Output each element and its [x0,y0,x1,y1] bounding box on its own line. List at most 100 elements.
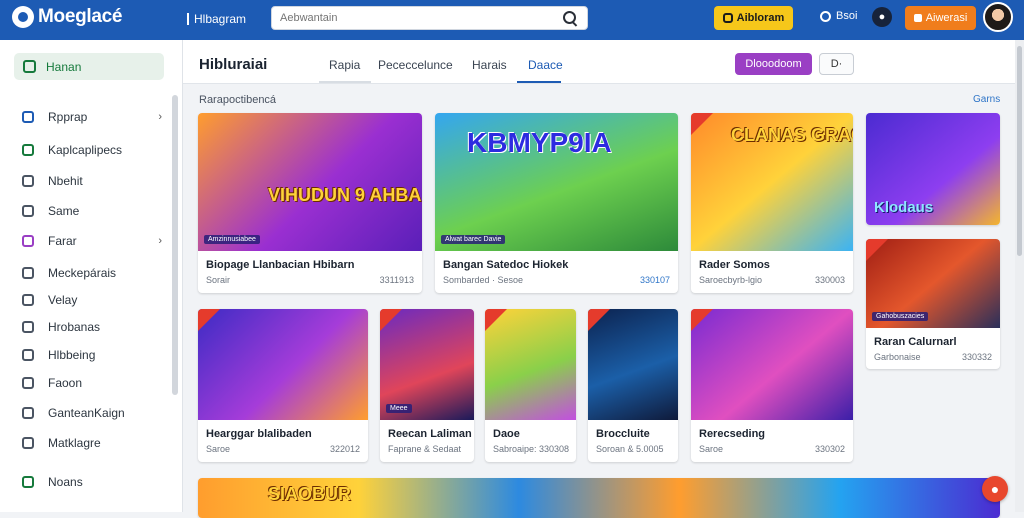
game-card[interactable]: KBMYP9IA Alwat barec Davie Bangan Satedoc … [435,113,678,293]
game-thumbnail[interactable] [198,309,368,420]
sidebar-scrollbar[interactable] [172,95,178,395]
game-title[interactable]: Raran Calurnarl [874,336,957,348]
game-thumbnail[interactable] [691,309,853,420]
sidebar-item[interactable]: Rpprap › [22,110,162,124]
logo-text: Moeglacé [38,6,123,27]
game-meta: 330107 [639,275,670,285]
search-input[interactable] [280,12,561,24]
category-badge: Alwat barec Davie [441,235,506,244]
doc-icon [22,175,34,187]
game-logo-text: SIAOBUR [268,484,352,504]
game-meta: 322012 [329,444,360,454]
sidebar-item[interactable]: Faoon [22,376,162,390]
game-subtitle: Saroe [699,444,724,454]
user-icon [22,407,34,419]
game-card[interactable]: Gahobuszacies Raran Calurnarl Garbonaise 33… [866,239,1000,369]
sidebar-item-label: Rpprap [48,110,88,124]
game-title[interactable]: Rerecseding [699,428,765,440]
list-icon [22,267,34,279]
user-link[interactable]: Bsoi [820,10,857,22]
search-bar[interactable] [271,6,588,30]
search-icon[interactable] [561,9,579,27]
game-subtitle: Garbonaise [874,352,921,362]
user-link-label: Bsoi [836,10,858,22]
game-logo-text: KBMYP9IA [467,127,612,158]
notification-icon[interactable]: ● [872,7,892,27]
grid-icon [22,144,34,156]
logo[interactable]: Moeglacé [12,6,122,28]
purple-button[interactable]: Dlooodoom [735,53,812,75]
sidebar-item[interactable]: Matklagre [22,436,162,450]
game-title[interactable]: Biopage Llanbacian Hbibarn [206,259,355,271]
sidebar-item[interactable]: Hlbbeing [22,348,162,362]
game-card[interactable]: Rerecseding Saroe 330302 [691,309,853,462]
avatar[interactable] [983,2,1013,32]
gamepad-icon [22,205,34,217]
tab-2[interactable]: Pececcelunce [378,58,453,72]
orange-action-button[interactable]: Aiwerasi [905,6,976,30]
game-thumbnail[interactable] [198,113,422,251]
sidebar-item[interactable]: Velay [22,293,162,307]
sidebar-item[interactable]: Kaplcaplipecs [22,143,162,157]
home-icon [23,60,36,73]
sidebar-item[interactable]: Hrobanas [22,320,162,334]
bell-icon [22,476,34,488]
sidebar-item-label: Kaplcaplipecs [48,143,123,157]
sidebar-item-label: Same [48,204,80,218]
game-subtitle: Sabroaipe: 330308 [493,444,570,454]
game-title[interactable]: Hearggar blalibaden [206,428,312,440]
top-nav-link[interactable]: Hlbagram [187,12,246,26]
content-header: Hibluraiai Rapia Pececcelunce Harais Daa… [183,40,1015,84]
game-logo-text: Klodaus [874,199,934,216]
game-thumbnail[interactable] [588,309,678,420]
sidebar-item-label: Meckepárais [48,266,117,280]
folder-icon [22,321,34,333]
game-title[interactable]: Daoe [493,428,520,440]
sidebar-item-label: Hanan [46,59,82,74]
game-title[interactable]: Bangan Satedoc Hiokek [443,259,568,271]
tab-4[interactable]: Daace [528,58,563,72]
user-icon [820,10,831,22]
see-all-link[interactable]: Garns [973,94,1000,105]
shield-icon [22,111,34,123]
dropdown-button[interactable]: D· [819,53,854,75]
star-icon [22,235,34,247]
game-thumbnail[interactable] [485,309,576,420]
sidebar-item[interactable]: Nbehit [22,174,162,188]
game-card[interactable]: CLANAS GRAGS Rader Somos Saroecbyrb-lgio 33… [691,113,853,293]
tab-3[interactable]: Harais [472,58,507,72]
tab-1[interactable]: Rapia [329,58,360,72]
game-title[interactable]: Broccluite [596,428,650,440]
sidebar-item[interactable]: GanteanKaign [22,406,162,420]
sidebar-item-home[interactable]: Hanan [14,53,164,80]
game-card[interactable]: Broccluite Soroan & 5.0005 [588,309,678,462]
game-card[interactable]: Klodaus [866,113,1000,225]
game-card[interactable]: Hearggar blalibaden Saroe 322012 [198,309,368,462]
sidebar-item[interactable]: Meckepárais [22,266,162,280]
sidebar-item-label: Velay [48,293,78,307]
category-badge: Amzinnusiabee [204,235,260,244]
chevron-right-icon[interactable]: › [158,235,162,247]
settings-icon [22,437,34,449]
main-scrollbar-thumb[interactable] [1017,46,1022,256]
sidebar-item-label: GanteanKaign [48,406,125,420]
game-title[interactable]: Reecan Laliman [388,428,472,440]
game-title[interactable]: Rader Somos [699,259,770,271]
game-card[interactable]: SIAOBUR [198,478,1000,518]
game-card[interactable]: Daoe Sabroaipe: 330308 [485,309,576,462]
game-card[interactable]: Meee Reecan Laliman Faprane & Sedaat [380,309,474,462]
sidebar-item-label: Hrobanas [48,320,101,334]
chart-icon [22,349,34,361]
sidebar: Hanan Rpprap › Kaplcaplipecs Nbehit Same Fara… [0,40,183,512]
sidebar-item[interactable]: Same [22,204,162,218]
game-subtitle: Saroe [206,444,231,454]
game-subtitle: Sorair [206,275,231,285]
page-title: Hibluraiai [199,56,268,73]
chat-fab-button[interactable]: ● [982,476,1008,502]
yellow-action-button[interactable]: Aibloram [714,6,793,30]
game-card[interactable]: VIHUDUN 9 AHBA Amzinnusiabee Biopage Llanb… [198,113,422,293]
sidebar-item[interactable]: Noans [22,475,162,489]
game-subtitle: Soroan & 5.0005 [596,444,664,454]
sidebar-item[interactable]: Farar › [22,234,162,248]
chevron-right-icon[interactable]: › [158,111,162,123]
